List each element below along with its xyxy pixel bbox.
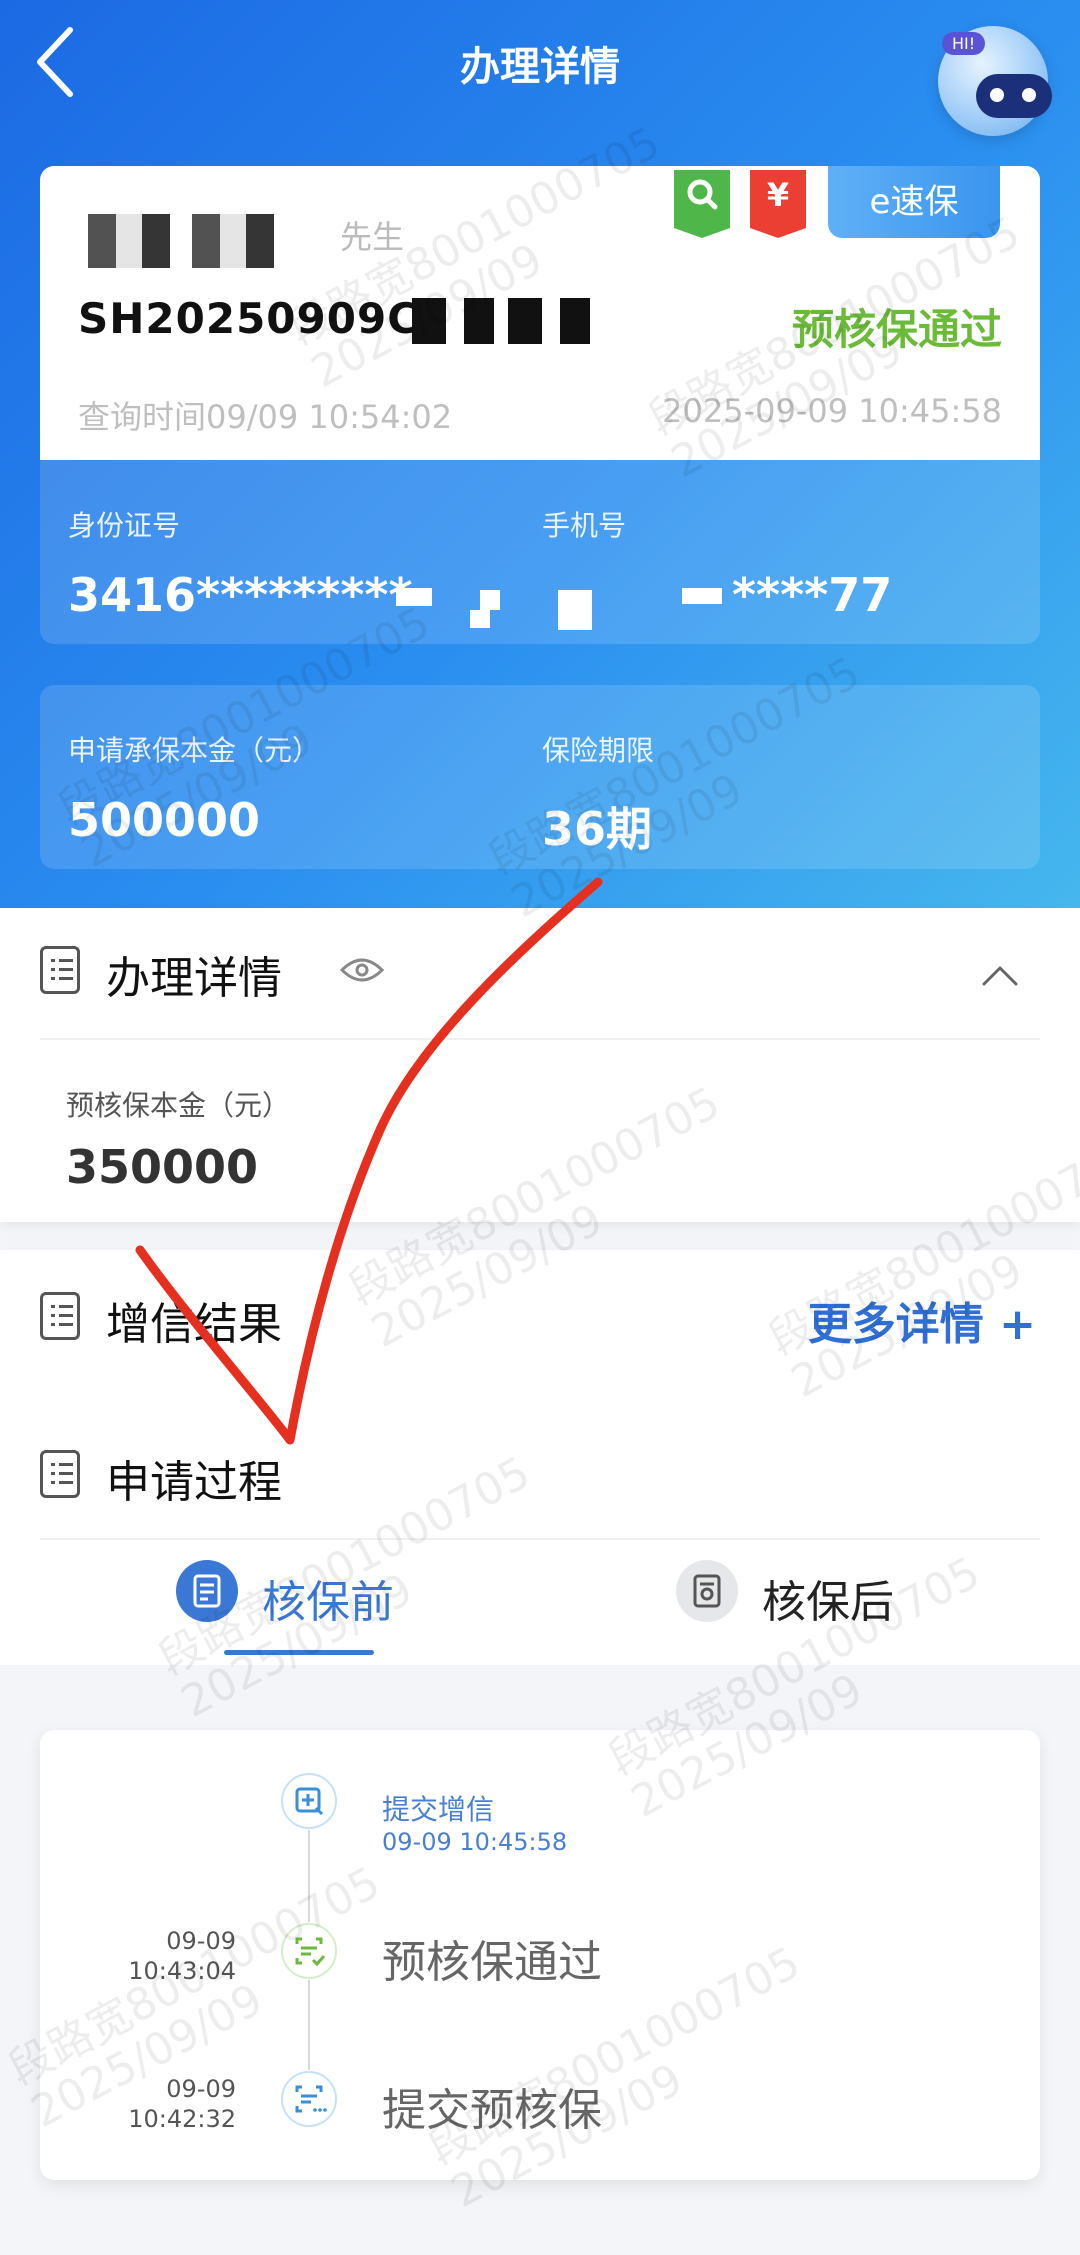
identity-info-box: 身份证号 3416********* 手机号 ****77 — [40, 460, 1040, 644]
search-badge[interactable] — [674, 170, 730, 238]
search-icon — [674, 170, 730, 234]
timeline-item-date: 09-09 10:42:32 — [110, 2074, 236, 2134]
tab-before-label: 核保前 — [262, 1577, 394, 1628]
mask-block — [558, 590, 592, 630]
active-tab-indicator — [224, 1650, 374, 1655]
id-number-value: 3416********* — [68, 568, 413, 622]
timeline-item-title: 提交增信 — [382, 1793, 495, 1826]
mask-block — [470, 610, 490, 628]
mask-block — [396, 588, 432, 606]
phone-value: ****77 — [732, 568, 893, 622]
certificate-icon — [676, 1560, 738, 1622]
document-icon — [40, 1292, 80, 1340]
nav-bar: 办理详情 HI! — [0, 0, 1080, 136]
tab-after-underwriting[interactable]: 核保后 — [676, 1560, 916, 1650]
details-title: 办理详情 — [106, 953, 282, 1004]
query-time: 查询时间09/09 10:54:02 — [78, 398, 453, 436]
tab-after-label: 核保后 — [762, 1577, 894, 1628]
page-title: 办理详情 — [460, 44, 620, 90]
timeline-date: 09-09 — [166, 1927, 236, 1955]
timeline-clock: 10:42:32 — [128, 2105, 236, 2133]
policy-number-masked — [412, 298, 602, 344]
timeline-clock: 10:43:04 — [128, 1957, 236, 1985]
divider — [40, 1038, 1040, 1040]
apply-amount-value: 500000 — [68, 793, 261, 847]
robot-eye-right — [1022, 88, 1036, 102]
mask-block — [480, 590, 500, 610]
tab-before-underwriting[interactable]: 核保前 — [176, 1560, 416, 1650]
policy-number: SH20250909C — [78, 294, 420, 343]
bot-greeting: HI! — [942, 32, 986, 55]
apply-amount-label: 申请承保本金（元） — [68, 734, 321, 767]
payment-badge[interactable]: ¥ — [750, 170, 806, 238]
timeline-item-title: 提交预核保 — [382, 2085, 602, 2136]
process-section: 申请过程 核保前 核保后 — [0, 1380, 1080, 1665]
details-section: 办理详情 预核保本金（元） 350000 — [0, 908, 1080, 1222]
precheck-amount-value: 350000 — [66, 1140, 259, 1194]
timeline-item-title: 预核保通过 — [382, 1937, 602, 1988]
credit-result-section: 增信结果 更多详情 + — [0, 1250, 1080, 1380]
more-details-link[interactable]: 更多详情 + — [808, 1288, 1036, 1352]
process-title: 申请过程 — [106, 1457, 282, 1508]
add-document-icon — [280, 1772, 338, 1830]
timeline-card: 提交增信 09-09 10:45:58 09-09 10:43:04 预核保通过… — [40, 1730, 1040, 2180]
assistant-bot-button[interactable]: HI! — [920, 16, 1060, 136]
id-number-label: 身份证号 — [68, 509, 181, 542]
timeline-date: 09-09 — [166, 2075, 236, 2103]
esubao-button[interactable]: e速保 — [828, 166, 1000, 238]
scan-check-icon — [280, 1922, 338, 1980]
timeline-item-date: 09-09 10:43:04 — [110, 1926, 236, 1986]
scan-pending-icon — [280, 2070, 338, 2128]
credit-result-title: 增信结果 — [106, 1299, 282, 1350]
mask-block — [682, 588, 722, 604]
header-banner: 办理详情 HI! ¥ e速保 先生 SH20250909C 预核保通过 查询时间… — [0, 0, 1080, 910]
term-value: 36期 — [542, 802, 653, 856]
term-label: 保险期限 — [542, 734, 655, 767]
precheck-amount-label: 预核保本金（元） — [66, 1089, 291, 1122]
divider — [40, 1538, 1040, 1540]
robot-eye-left — [990, 88, 1004, 102]
collapse-chevron-up-icon[interactable] — [980, 964, 1020, 988]
customer-title: 先生 — [340, 218, 405, 256]
customer-name-masked — [88, 214, 288, 268]
yen-icon: ¥ — [766, 176, 790, 214]
robot-face — [976, 74, 1052, 118]
status-badge: 预核保通过 — [791, 305, 1002, 354]
document-icon — [40, 946, 80, 994]
eye-icon[interactable] — [340, 956, 384, 984]
document-icon — [40, 1450, 80, 1498]
created-time: 2025-09-09 10:45:58 — [662, 392, 1002, 430]
policy-card: ¥ e速保 先生 SH20250909C 预核保通过 查询时间09/09 10:… — [40, 166, 1040, 460]
underwriting-doc-icon — [176, 1560, 238, 1622]
insurance-info-box: 申请承保本金（元） 500000 保险期限 36期 — [40, 685, 1040, 869]
phone-label: 手机号 — [542, 509, 627, 542]
timeline-item-time: 09-09 10:45:58 — [382, 1828, 568, 1856]
